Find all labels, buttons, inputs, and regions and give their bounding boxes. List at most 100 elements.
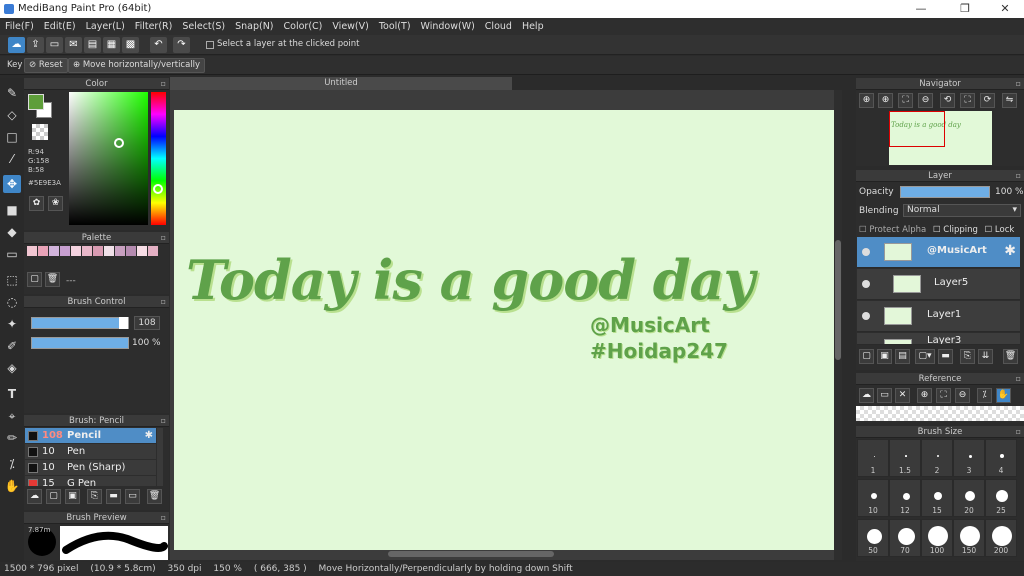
menu-edit[interactable]: Edit(E) <box>39 21 81 32</box>
undo-icon[interactable]: ↶ <box>150 37 167 53</box>
primary-color-swatch[interactable] <box>28 94 44 110</box>
panel-menu-icon[interactable]: ▫ <box>1016 78 1021 90</box>
divide-tool-icon[interactable]: ✏ <box>3 429 21 447</box>
reset-button[interactable]: ⊘ Reset <box>24 58 68 73</box>
transparent-color-swatch[interactable] <box>32 124 48 140</box>
maximize-button[interactable]: ❐ <box>948 0 982 18</box>
new-layer-icon[interactable]: ▢ <box>859 349 874 364</box>
palette-swatch[interactable] <box>27 246 37 256</box>
add-cloud-brush-icon[interactable]: ☁ <box>27 489 42 504</box>
visibility-eye-icon[interactable] <box>862 312 870 320</box>
brush-size-slider[interactable] <box>31 317 129 329</box>
color-picker-cursor[interactable] <box>114 138 124 148</box>
menu-help[interactable]: Help <box>517 21 549 32</box>
menu-color[interactable]: Color(C) <box>279 21 328 32</box>
rotate-left-icon[interactable]: ⟲ <box>940 93 955 108</box>
minimize-button[interactable]: — <box>904 0 938 18</box>
blending-select[interactable]: Normal ▾ <box>903 204 1021 217</box>
copy-brush-icon[interactable]: ⎘ <box>87 489 102 504</box>
new-halftone-layer-icon[interactable]: ▤ <box>895 349 910 364</box>
palette-picker-icon[interactable]: ✿ <box>29 196 44 211</box>
reference-zoom-out-icon[interactable]: ⊖ <box>955 388 970 403</box>
merge-layer-icon[interactable]: ⇊ <box>978 349 993 364</box>
menu-snap[interactable]: Snap(N) <box>230 21 278 32</box>
new-palette-icon[interactable]: ▢ <box>27 272 42 287</box>
brush-size-option[interactable]: 12 <box>889 479 921 517</box>
brush-size-option[interactable]: 1 <box>857 439 889 477</box>
navigator-viewport-box[interactable] <box>889 111 945 147</box>
lock-checkbox[interactable]: ☐ Lock <box>985 225 1015 235</box>
gradient-tool-icon[interactable]: ▭ <box>3 245 21 263</box>
zoom-out-icon[interactable]: ⊖ <box>918 93 933 108</box>
reference-hand-icon[interactable]: ✋ <box>996 388 1011 403</box>
document-icon[interactable]: ▤ <box>84 37 101 53</box>
clipping-checkbox[interactable]: ☐ Clipping <box>933 225 978 235</box>
brush-size-option[interactable]: 10 <box>857 479 889 517</box>
eraser-tool-icon[interactable]: ◇ <box>3 106 21 124</box>
new-brush-icon[interactable]: ▢ <box>46 489 61 504</box>
brush-item-g-pen[interactable]: 15 G Pen <box>25 476 156 486</box>
layer-item-layer5[interactable]: Layer5 <box>857 269 1020 300</box>
layer-opacity-slider[interactable] <box>900 186 990 198</box>
new-color-layer-icon[interactable]: ▣ <box>877 349 892 364</box>
redo-icon[interactable]: ↷ <box>173 37 190 53</box>
flip-icon[interactable]: ⇋ <box>1002 93 1017 108</box>
layer-item-layer3[interactable]: Layer3 <box>857 333 1020 345</box>
select-pen-tool-icon[interactable]: ✐ <box>3 337 21 355</box>
saturation-value-picker[interactable] <box>69 92 148 225</box>
reference-image-area[interactable] <box>856 406 1024 421</box>
move-mode-button[interactable]: ⊕ Move horizontally/vertically <box>68 58 206 73</box>
menu-tool[interactable]: Tool(T) <box>374 21 416 32</box>
menu-window[interactable]: Window(W) <box>416 21 480 32</box>
reference-close-icon[interactable]: ✕ <box>895 388 910 403</box>
palette-swatch[interactable] <box>60 246 70 256</box>
palette-swatch[interactable] <box>148 246 158 256</box>
palette-swatch[interactable] <box>38 246 48 256</box>
brush-settings-icon[interactable]: ✱ <box>145 428 153 443</box>
reference-open-icon[interactable]: ▭ <box>877 388 892 403</box>
zoom-in-alt-icon[interactable]: ⊕ <box>878 93 893 108</box>
palette-swatch[interactable] <box>115 246 125 256</box>
brush-size-option[interactable]: 100 <box>921 519 953 557</box>
zoom-in-icon[interactable]: ⊕ <box>859 93 874 108</box>
palette-swatch[interactable] <box>71 246 81 256</box>
visibility-eye-icon[interactable] <box>862 280 870 288</box>
delete-layer-icon[interactable]: 🗑 <box>1003 349 1018 364</box>
menu-view[interactable]: View(V) <box>327 21 373 32</box>
message-icon[interactable]: ✉ <box>65 37 82 53</box>
comment-icon[interactable]: ▭ <box>46 37 63 53</box>
palette-swatch[interactable] <box>126 246 136 256</box>
menu-file[interactable]: File(F) <box>0 21 39 32</box>
select-layer-checkbox[interactable] <box>206 41 214 49</box>
brush-size-option[interactable]: 1.5 <box>889 439 921 477</box>
panel-menu-icon[interactable]: ▫ <box>161 296 166 308</box>
duplicate-layer-icon[interactable]: ⎘ <box>960 349 975 364</box>
rotate-right-icon[interactable]: ⟳ <box>980 93 995 108</box>
canvas[interactable]: Today is a good day @MusicArt #Hoidap247 <box>174 110 842 550</box>
navigator-preview[interactable]: Today is a good day <box>889 111 992 165</box>
brush-size-slider-handle[interactable] <box>119 317 128 329</box>
hue-slider[interactable] <box>151 92 166 225</box>
rectangle-tool-icon[interactable]: □ <box>3 128 21 146</box>
brush-size-option[interactable]: 3 <box>953 439 985 477</box>
hue-slider-handle[interactable] <box>153 184 163 194</box>
open-folder-icon[interactable]: ▭ <box>125 489 140 504</box>
fill-rect-tool-icon[interactable]: ■ <box>3 201 21 219</box>
brush-list-scrollbar[interactable] <box>157 428 163 486</box>
delete-brush-icon[interactable]: 🗑 <box>147 489 162 504</box>
panel-menu-icon[interactable]: ▫ <box>161 415 166 427</box>
color-picker-icon[interactable]: ❀ <box>48 196 63 211</box>
brush-size-option[interactable]: 50 <box>857 519 889 557</box>
layer-settings-icon[interactable]: ✱ <box>1004 243 1016 259</box>
brush-size-option[interactable]: 2 <box>921 439 953 477</box>
layer-item-musicart[interactable]: @MusicArt ✱ <box>857 237 1020 268</box>
menu-layer[interactable]: Layer(L) <box>81 21 130 32</box>
horizontal-scroll-thumb[interactable] <box>388 551 554 557</box>
palette-swatch[interactable] <box>93 246 103 256</box>
palette-swatch[interactable] <box>137 246 147 256</box>
reference-cloud-icon[interactable]: ☁ <box>859 388 874 403</box>
menu-select[interactable]: Select(S) <box>177 21 230 32</box>
hand-tool-icon[interactable]: ✋ <box>3 477 21 495</box>
brush-size-option[interactable]: 20 <box>953 479 985 517</box>
brush-item-pencil[interactable]: 108 Pencil ✱ <box>25 428 156 443</box>
